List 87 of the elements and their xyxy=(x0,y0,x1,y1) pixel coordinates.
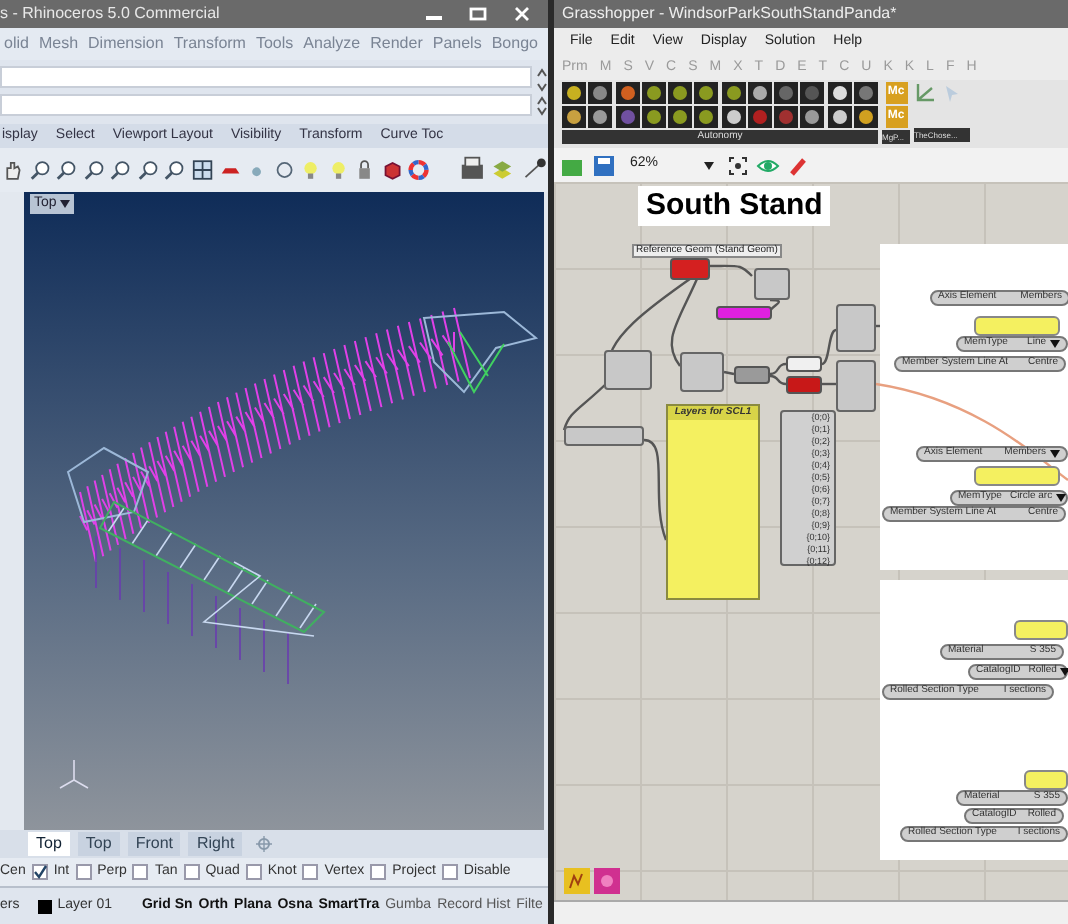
component-node[interactable] xyxy=(836,304,876,352)
component-icon[interactable] xyxy=(694,82,719,104)
component-icon[interactable] xyxy=(641,106,666,128)
value-panel xyxy=(974,466,1060,486)
canvas[interactable] xyxy=(554,182,1068,900)
wire xyxy=(821,328,837,366)
axes-icon[interactable] xyxy=(914,82,936,104)
wire xyxy=(723,370,735,376)
component-icon[interactable] xyxy=(721,82,745,104)
caret-icon[interactable] xyxy=(1050,340,1060,348)
component-icon[interactable] xyxy=(615,82,639,104)
component-node[interactable] xyxy=(680,352,724,392)
wire xyxy=(768,298,780,313)
component-icon[interactable] xyxy=(747,82,772,104)
component-icon[interactable] xyxy=(747,106,772,128)
magnifier-icon[interactable] xyxy=(56,158,78,182)
lightbulb-icon[interactable] xyxy=(300,158,322,182)
eye-icon[interactable] xyxy=(756,155,780,175)
component-icon[interactable] xyxy=(562,106,586,128)
wire xyxy=(710,264,753,277)
caret-icon[interactable] xyxy=(1056,494,1067,502)
component-icon[interactable] xyxy=(641,82,666,104)
window-title: Grasshopper - WindsorParkSouthStandPanda* xyxy=(562,2,897,26)
brush-icon[interactable] xyxy=(788,155,808,175)
magnifier-icon[interactable] xyxy=(137,158,159,182)
magnifier-icon[interactable] xyxy=(110,158,132,182)
layer-swatch xyxy=(37,899,52,913)
checkbox[interactable] xyxy=(370,864,387,880)
color-wheel-icon[interactable] xyxy=(408,158,430,182)
parameter-node[interactable] xyxy=(786,376,822,394)
checkbox[interactable] xyxy=(245,864,262,880)
scroll-arrows-icon[interactable] xyxy=(536,66,548,118)
wire xyxy=(643,438,668,541)
component-icon[interactable] xyxy=(694,106,719,128)
checkbox[interactable] xyxy=(132,864,149,880)
component-icon[interactable] xyxy=(800,82,825,104)
caret-icon[interactable] xyxy=(1060,668,1068,676)
component-icon[interactable] xyxy=(588,106,613,128)
checkbox[interactable] xyxy=(31,864,48,880)
parameter-node[interactable] xyxy=(734,366,770,384)
lightbulb-icon[interactable] xyxy=(327,158,349,182)
cube-icon[interactable] xyxy=(381,158,403,182)
zoom-extents-icon[interactable] xyxy=(728,155,748,175)
component-icon[interactable] xyxy=(827,106,851,128)
value-panel xyxy=(974,316,1060,336)
component-node[interactable] xyxy=(604,350,652,390)
checkbox[interactable] xyxy=(183,864,200,880)
close-icon[interactable] xyxy=(512,6,532,22)
grid-icon[interactable] xyxy=(191,158,213,182)
window-title: s - Rhinoceros 5.0 Commercial xyxy=(0,2,220,26)
magnifier-icon[interactable] xyxy=(29,158,51,182)
checkbox[interactable] xyxy=(75,864,92,880)
command-line-field[interactable] xyxy=(0,94,532,116)
component-icon[interactable] xyxy=(562,82,586,104)
value-panel xyxy=(1024,770,1068,790)
parameter-node[interactable] xyxy=(786,356,822,372)
checkbox[interactable] xyxy=(302,864,319,880)
viewport-tab[interactable]: Top xyxy=(77,832,120,856)
component-icon[interactable] xyxy=(668,106,692,128)
hand-icon[interactable] xyxy=(2,158,24,182)
viewport-tab[interactable]: Front xyxy=(127,832,181,856)
caret-icon[interactable] xyxy=(60,198,71,210)
circle-icon[interactable] xyxy=(273,158,295,182)
component-icon[interactable] xyxy=(800,106,825,128)
component-icon[interactable] xyxy=(588,82,613,104)
checkbox[interactable] xyxy=(441,864,458,880)
magnifier-icon[interactable] xyxy=(164,158,186,182)
canvas-title: South Stand xyxy=(638,186,831,226)
component-icon[interactable] xyxy=(853,106,878,128)
parameter-node[interactable] xyxy=(670,258,710,280)
component-node[interactable] xyxy=(836,360,876,412)
component-node[interactable] xyxy=(754,268,790,300)
caret-icon[interactable] xyxy=(1050,450,1060,458)
viewport-tab[interactable]: Top xyxy=(28,832,70,856)
value-panel xyxy=(1014,620,1068,640)
component-node[interactable] xyxy=(564,426,644,446)
component-icon[interactable] xyxy=(615,106,639,128)
lock-icon[interactable] xyxy=(354,158,376,182)
component-icon[interactable] xyxy=(668,82,692,104)
component-icon[interactable] xyxy=(721,106,745,128)
parameter-node[interactable] xyxy=(716,306,772,320)
caret-icon xyxy=(704,161,714,169)
viewport-tab[interactable]: Right xyxy=(188,832,243,856)
maximize-icon[interactable] xyxy=(468,6,488,22)
component-icon[interactable] xyxy=(853,82,878,104)
magnifier-icon[interactable] xyxy=(83,158,105,182)
component-icon[interactable] xyxy=(827,82,851,104)
